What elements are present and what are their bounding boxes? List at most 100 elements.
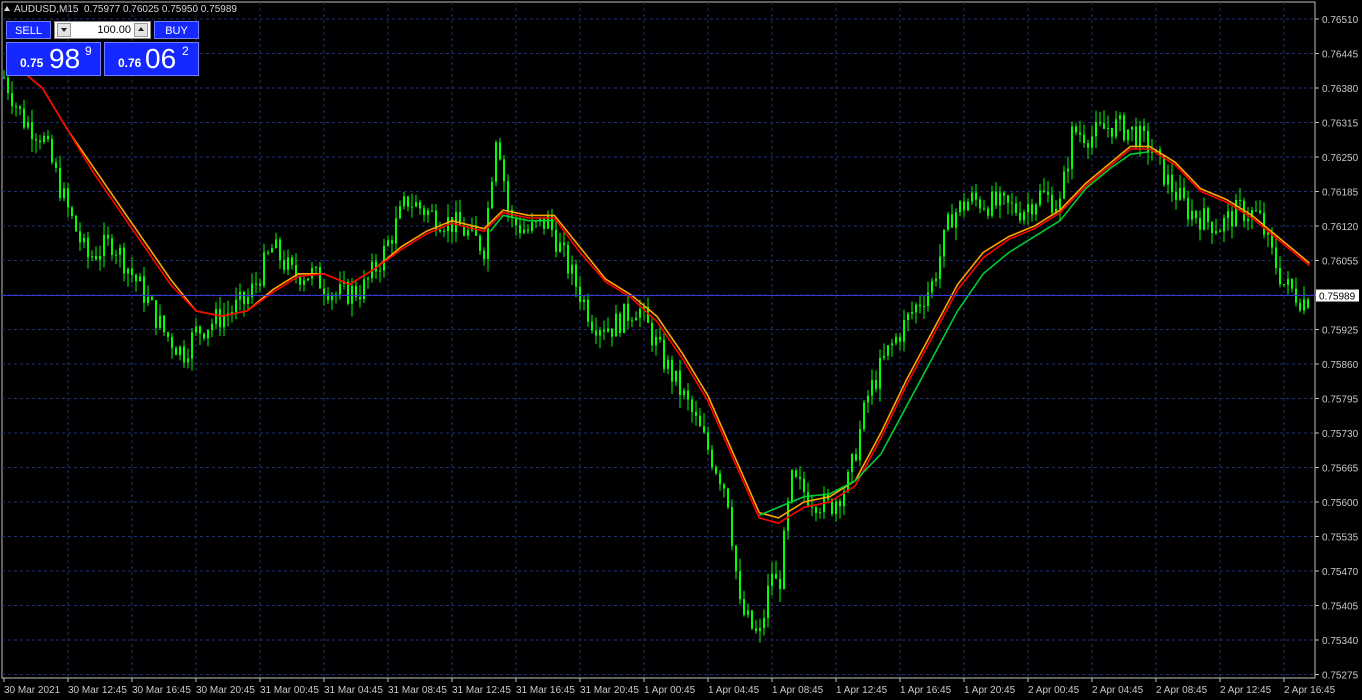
candle-body <box>43 135 45 143</box>
candle-body <box>979 199 981 209</box>
candle-body <box>55 162 57 169</box>
x-tick-label: 1 Apr 00:45 <box>644 685 696 696</box>
candle-body <box>623 303 625 333</box>
candle-body <box>107 234 109 239</box>
candle-body <box>15 106 17 108</box>
candle-body <box>91 256 93 258</box>
candle-body <box>1275 247 1277 269</box>
decrease-lot-button[interactable] <box>57 23 71 37</box>
candle-body <box>663 339 665 369</box>
candle-body <box>903 319 905 342</box>
candle-body <box>759 628 761 632</box>
candle-body <box>975 192 977 200</box>
candle-body <box>1075 126 1077 133</box>
candle-body <box>431 210 433 212</box>
candle-body <box>395 218 397 244</box>
x-tick-label: 2 Apr 00:45 <box>1028 685 1080 696</box>
lot-size-field[interactable] <box>54 21 151 39</box>
candle-body <box>271 248 273 253</box>
sell-price-button[interactable]: 0.75 98 9 <box>6 42 101 76</box>
candle-body <box>23 108 25 128</box>
candle-body <box>35 139 37 141</box>
candle-body <box>123 247 125 274</box>
ohlc-values: 0.75977 0.76025 0.75950 0.75989 <box>84 4 237 15</box>
candle-body <box>1111 127 1113 137</box>
candle-body <box>259 283 261 286</box>
candle-body <box>1291 278 1293 289</box>
candle-body <box>899 336 901 342</box>
y-tick-label: 0.76510 <box>1322 15 1359 26</box>
candle-body <box>451 217 453 233</box>
price-chart[interactable]: 0.765100.764450.763800.763150.762500.761… <box>0 0 1362 700</box>
candle-body <box>855 454 857 461</box>
candle-body <box>399 206 401 219</box>
candle-body <box>195 326 197 333</box>
candle-body <box>707 432 709 450</box>
candle-body <box>359 296 361 300</box>
candle-body <box>139 276 141 282</box>
candle-body <box>523 229 525 233</box>
candle-body <box>847 471 849 492</box>
sell-button[interactable]: SELL <box>6 21 51 39</box>
x-tick-label: 31 Mar 20:45 <box>580 685 639 696</box>
plot-frame <box>1 1 1316 679</box>
candle-body <box>879 357 881 389</box>
candle-body <box>1219 231 1221 233</box>
lot-size-input[interactable] <box>73 22 131 38</box>
candle-body <box>211 323 213 330</box>
symbol-label: AUDUSD,M15 <box>14 4 79 15</box>
candle-body <box>679 370 681 395</box>
candle-body <box>859 429 861 461</box>
x-tick-label: 31 Mar 00:45 <box>260 685 319 696</box>
candle-body <box>711 449 713 468</box>
candle-body <box>775 573 777 579</box>
x-tick-label: 1 Apr 20:45 <box>964 685 1016 696</box>
candle-body <box>407 196 409 207</box>
candle-body <box>387 240 389 246</box>
candle-body <box>219 308 221 328</box>
candle-body <box>1027 204 1029 213</box>
candle-body <box>119 247 121 255</box>
candle-body <box>591 321 593 331</box>
candle-body <box>283 260 285 270</box>
candle-body <box>911 312 913 314</box>
candle-body <box>519 225 521 233</box>
candle-body <box>499 142 501 160</box>
candle-body <box>159 315 161 328</box>
candle-body <box>483 250 485 259</box>
candle-body <box>1187 198 1189 220</box>
buy-button[interactable]: BUY <box>154 21 199 39</box>
increase-lot-button[interactable] <box>134 23 148 37</box>
candle-body <box>731 507 733 546</box>
y-tick-label: 0.76315 <box>1322 119 1359 130</box>
candle-body <box>771 573 773 586</box>
candle-body <box>983 208 985 210</box>
candle-body <box>943 229 945 257</box>
candle-body <box>967 201 969 211</box>
candle-body <box>915 304 917 313</box>
candle-body <box>191 332 193 359</box>
arrow-up-icon <box>138 27 144 31</box>
candle-body <box>751 610 753 629</box>
collapse-triangle-icon[interactable] <box>4 6 10 11</box>
candle-body <box>3 77 5 79</box>
buy-price-button[interactable]: 0.76 06 2 <box>104 42 199 76</box>
candle-body <box>791 470 793 502</box>
candle-body <box>363 279 365 300</box>
candle-body <box>1287 278 1289 285</box>
candle-body <box>803 478 805 493</box>
candle-body <box>755 628 757 632</box>
candle-body <box>1183 187 1185 199</box>
candle-body <box>27 122 29 128</box>
candle-body <box>951 214 953 228</box>
candle-body <box>115 254 117 256</box>
candle-body <box>467 230 469 236</box>
candle-body <box>931 281 933 293</box>
candle-body <box>1279 268 1281 285</box>
candle-body <box>835 501 837 514</box>
candle-body <box>1191 211 1193 220</box>
y-tick-label: 0.75405 <box>1322 602 1359 613</box>
candle-body <box>143 276 145 303</box>
candle-body <box>39 140 41 143</box>
y-tick-label: 0.75665 <box>1322 464 1359 475</box>
